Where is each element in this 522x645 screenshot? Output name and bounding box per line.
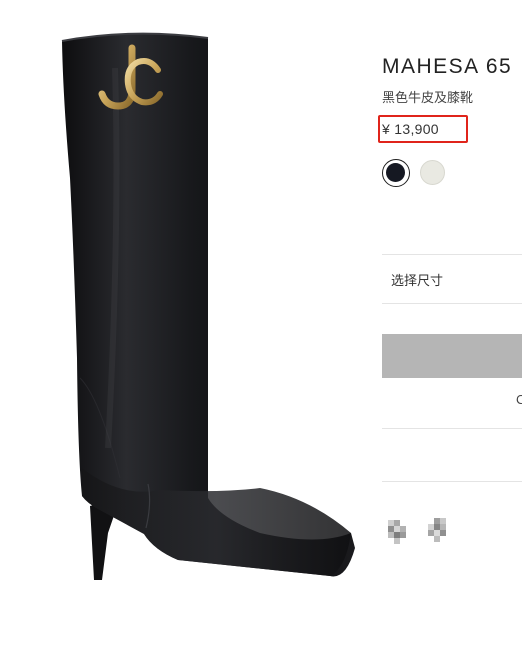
- swatch-black-fill: [386, 163, 405, 182]
- price-highlight-box: [378, 115, 468, 143]
- product-image: [60, 28, 372, 588]
- divider: [382, 303, 522, 304]
- size-selector[interactable]: 选择尺寸: [382, 255, 522, 303]
- boot-image: [61, 32, 355, 580]
- product-description: 黑色牛皮及膝靴: [382, 90, 474, 105]
- add-to-bag-button[interactable]: [382, 334, 522, 378]
- product-title: MAHESA 65: [382, 55, 513, 78]
- size-selector-label: 选择尺寸: [391, 272, 444, 288]
- cutoff-text-glyph: C: [516, 393, 522, 407]
- divider: [382, 481, 522, 482]
- color-swatch-white[interactable]: [420, 160, 445, 185]
- pixelated-icon[interactable]: [388, 518, 412, 544]
- pixelated-icon[interactable]: [428, 518, 452, 544]
- share-icons: [388, 518, 460, 544]
- color-swatch-black[interactable]: [382, 159, 410, 187]
- divider: [382, 428, 522, 429]
